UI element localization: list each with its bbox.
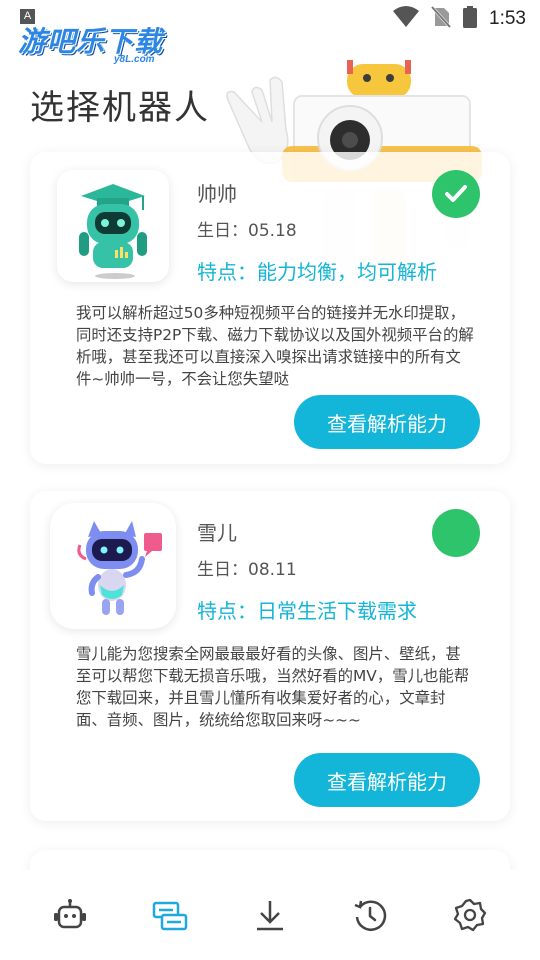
view-parse-ability-button[interactable]: 查看解析能力 [294,395,480,449]
robot-description: 我可以解析超过50多种短视频平台的链接并无水印提取，同时还支持P2P下载、磁力下… [76,304,474,388]
robot-card[interactable]: 雪儿 生日：08.11 特点：日常生活下载需求 雪儿能为您搜索全网最最最好看的头… [30,491,510,821]
robot-name: 帅帅 [197,182,237,206]
bottom-navigation [0,870,540,960]
robot-description: 雪儿能为您搜索全网最最最好看的头像、图片、壁纸，甚至可以帮您下载无损音乐哦，当然… [76,645,470,729]
download-icon [257,901,283,931]
robot-select-toggle[interactable] [432,170,480,218]
robot-avatar [57,170,169,282]
history-icon [354,900,387,931]
parse-icon [152,901,188,931]
robot-avatar [50,503,176,629]
watermark-logo: 游吧乐下载 y8L.com [18,20,188,68]
robot-feature: 特点：日常生活下载需求 [197,599,417,623]
nav-download[interactable] [240,885,300,945]
robot-card[interactable]: 帅帅 生日：05.18 特点：能力均衡，均可解析 我可以解析超过50多种短视频平… [30,152,510,464]
watermark-url: y8L.com [114,54,155,65]
robot-name: 雪儿 [197,521,237,545]
page-title: 选择机器人 [30,88,210,128]
wifi-icon [393,6,420,32]
status-time: 1:53 [489,8,526,29]
nav-parse[interactable] [140,885,200,945]
battery-icon [463,6,478,32]
robot-select-toggle[interactable] [432,509,480,557]
view-parse-ability-button[interactable]: 查看解析能力 [294,753,480,807]
nav-robot[interactable] [40,885,100,945]
girl-robot-icon [77,521,162,615]
settings-icon [453,898,487,932]
graduate-robot-icon [79,184,147,279]
check-icon [445,185,467,202]
no-sim-icon [430,5,452,32]
robot-birthday: 生日：08.11 [197,560,297,580]
status-icons: 1:53 [393,5,526,32]
nav-history[interactable] [340,885,400,945]
nav-settings[interactable] [440,885,500,945]
robot-icon [54,899,86,929]
robot-feature: 特点：能力均衡，均可解析 [197,260,437,284]
robot-birthday: 生日：05.18 [197,221,297,241]
